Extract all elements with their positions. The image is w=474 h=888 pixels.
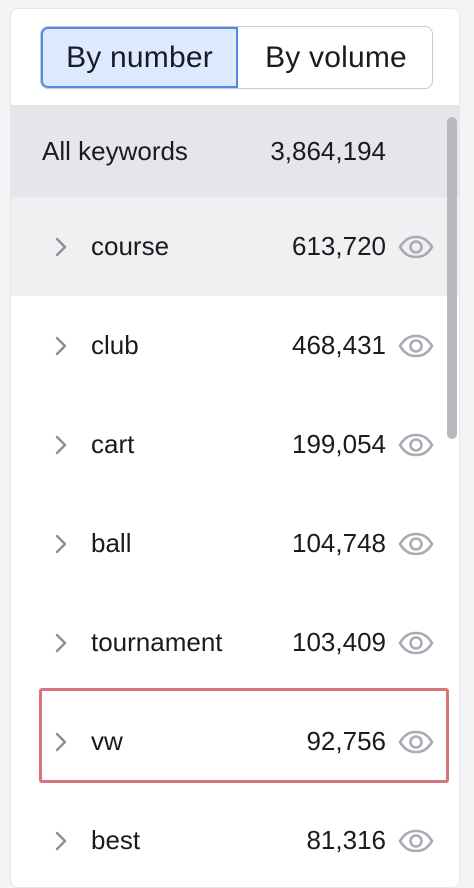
keyword-label: cart — [91, 429, 135, 459]
keyword-count: 92,756 — [306, 726, 386, 756]
chevron-right-icon[interactable] — [53, 532, 69, 556]
chevron-right-icon[interactable] — [53, 235, 69, 259]
eye-icon[interactable] — [398, 829, 434, 853]
keyword-row-cart[interactable]: cart 199,054 — [11, 395, 459, 494]
chevron-right-icon[interactable] — [53, 829, 69, 853]
chevron-right-icon[interactable] — [53, 631, 69, 655]
eye-icon[interactable] — [398, 235, 434, 259]
eye-icon[interactable] — [398, 334, 434, 358]
sort-mode-toggle: By number By volume — [40, 26, 433, 89]
keyword-count: 199,054 — [292, 429, 386, 459]
chevron-right-icon[interactable] — [53, 730, 69, 754]
eye-icon[interactable] — [398, 730, 434, 754]
all-keywords-label: All keywords — [42, 135, 188, 166]
keyword-row-best[interactable]: best 81,316 — [11, 791, 459, 887]
keyword-row-course[interactable]: course 613,720 — [11, 197, 459, 296]
keyword-count: 104,748 — [292, 528, 386, 558]
keyword-label: ball — [91, 528, 132, 558]
keyword-count: 468,431 — [292, 330, 386, 360]
eye-icon[interactable] — [398, 532, 434, 556]
keyword-groups-panel: By number By volume All keywords 3,864,1… — [10, 8, 460, 888]
chevron-right-icon[interactable] — [53, 334, 69, 358]
keyword-label: club — [91, 330, 139, 360]
keyword-row-tournament[interactable]: tournament 103,409 — [11, 593, 459, 692]
keyword-row-vw[interactable]: vw 92,756 — [11, 692, 459, 791]
eye-icon[interactable] — [398, 433, 434, 457]
keyword-label: vw — [91, 726, 123, 756]
all-keywords-count: 3,864,194 — [270, 135, 386, 166]
keyword-count: 613,720 — [292, 231, 386, 261]
keyword-count: 103,409 — [292, 627, 386, 657]
all-keywords-row[interactable]: All keywords 3,864,194 — [11, 105, 459, 197]
keyword-row-ball[interactable]: ball 104,748 — [11, 494, 459, 593]
chevron-right-icon[interactable] — [53, 433, 69, 457]
scrollbar-thumb[interactable] — [447, 117, 457, 439]
by-number-button[interactable]: By number — [41, 27, 238, 88]
keyword-label: tournament — [91, 627, 223, 657]
eye-icon[interactable] — [398, 631, 434, 655]
by-volume-button[interactable]: By volume — [238, 27, 432, 88]
keyword-list: All keywords 3,864,194 course 613,720 cl… — [11, 105, 459, 887]
keyword-row-club[interactable]: club 468,431 — [11, 296, 459, 395]
keyword-label: best — [91, 825, 141, 855]
keyword-count: 81,316 — [306, 825, 386, 855]
keyword-label: course — [91, 231, 170, 261]
